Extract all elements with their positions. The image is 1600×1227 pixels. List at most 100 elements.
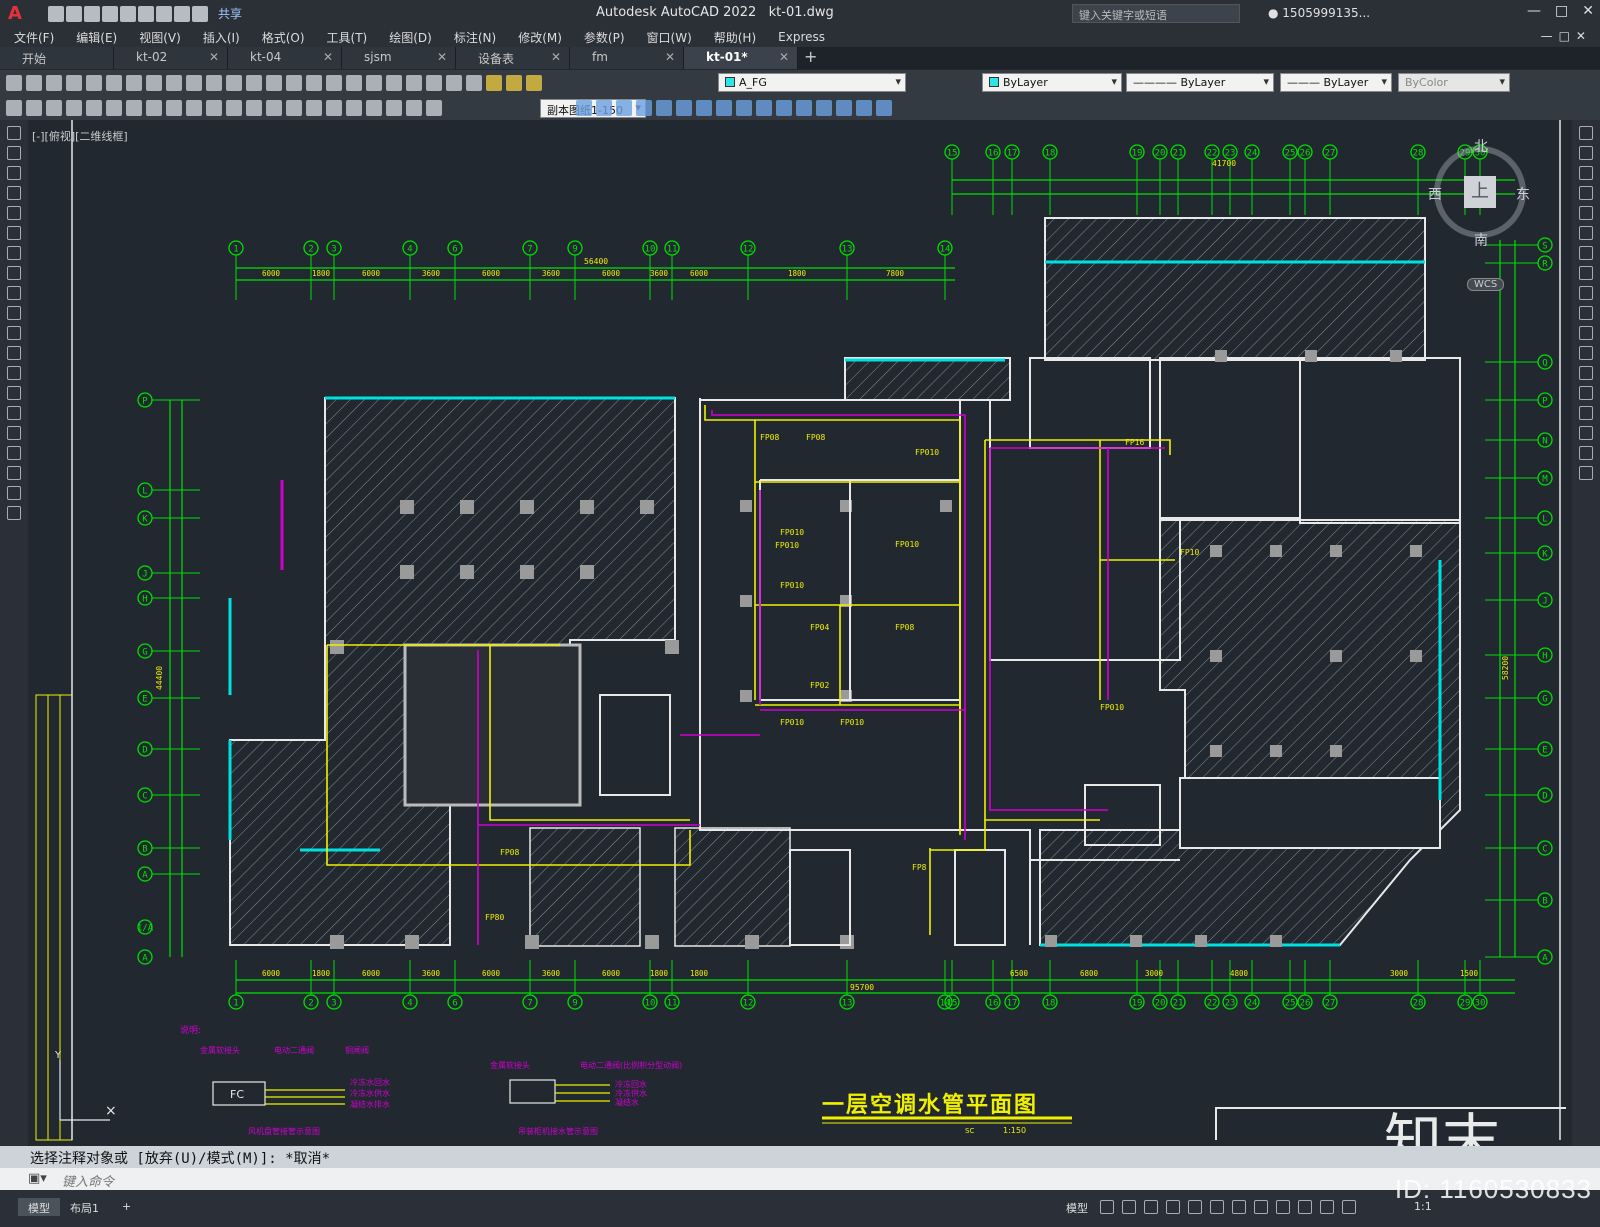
clip-icon[interactable] [696, 100, 712, 116]
color-dropdown[interactable]: ByLayer [982, 73, 1122, 92]
redo-icon[interactable] [226, 75, 242, 91]
chamfer-icon[interactable] [1579, 406, 1593, 420]
offset-icon[interactable] [1579, 186, 1593, 200]
ordinate-dim-icon[interactable] [106, 100, 122, 116]
save-web-icon[interactable] [138, 5, 154, 22]
workspace-icon[interactable] [6, 100, 22, 116]
viewport-controls[interactable]: [-][俯视][二维线框] [32, 128, 128, 144]
construction-line-icon[interactable] [7, 146, 21, 160]
quick-dim-icon[interactable] [206, 100, 222, 116]
maximize-icon[interactable]: □ [1555, 3, 1568, 19]
block-create-icon[interactable] [596, 100, 612, 116]
break-point-icon[interactable] [1579, 346, 1593, 360]
autocad-logo-icon[interactable]: A [4, 3, 26, 25]
angular-dim-icon[interactable] [186, 100, 202, 116]
selection-cycling-icon[interactable] [1298, 1200, 1312, 1214]
arc-length-dim-icon[interactable] [86, 100, 102, 116]
transparency-icon[interactable] [1276, 1200, 1290, 1214]
refedit-icon[interactable] [716, 100, 732, 116]
undo-icon[interactable] [174, 5, 190, 22]
add-selected-icon[interactable] [7, 506, 21, 520]
draworder-icon[interactable] [776, 100, 792, 116]
close-tab-icon[interactable]: ✕ [665, 50, 675, 64]
layer-lock-icon[interactable] [526, 75, 542, 91]
ellipse-icon[interactable] [7, 306, 21, 320]
grid-icon[interactable] [1100, 1200, 1114, 1214]
dim-space-icon[interactable] [266, 100, 282, 116]
text-front-icon[interactable] [836, 100, 852, 116]
tab-start[interactable]: 开始 [0, 47, 114, 69]
copy-icon[interactable] [146, 75, 162, 91]
osnap-icon[interactable] [1232, 1200, 1246, 1214]
block-editor-icon[interactable] [616, 100, 632, 116]
ortho-icon[interactable] [1144, 1200, 1158, 1214]
preview-icon[interactable] [86, 75, 102, 91]
dim-break-icon[interactable] [286, 100, 302, 116]
insert-block-icon[interactable] [7, 346, 21, 360]
lineweight-icon[interactable] [1254, 1200, 1268, 1214]
minimize-icon[interactable]: — [1527, 3, 1541, 19]
break-icon[interactable] [1579, 366, 1593, 380]
close-tab-icon[interactable]: ✕ [551, 50, 561, 64]
block-attribute-icon[interactable] [656, 100, 672, 116]
menu-dimension[interactable]: 标注(N) [454, 29, 496, 46]
continue-dim-icon[interactable] [246, 100, 262, 116]
share-button[interactable]: 共享 [218, 5, 242, 22]
pan-icon[interactable] [246, 75, 262, 91]
design-center-icon[interactable] [346, 75, 362, 91]
jogged-linear-icon[interactable] [366, 100, 382, 116]
aligned-dim-icon[interactable] [66, 100, 82, 116]
trim-icon[interactable] [1579, 306, 1593, 320]
block-insert-icon[interactable] [576, 100, 592, 116]
rotate-icon[interactable] [1579, 246, 1593, 260]
move-icon[interactable] [1579, 226, 1593, 240]
menu-draw[interactable]: 绘图(D) [389, 29, 432, 46]
dim-edit-icon[interactable] [386, 100, 402, 116]
linear-dim-icon[interactable] [46, 100, 62, 116]
match-properties-icon[interactable] [186, 75, 202, 91]
send-back-icon[interactable] [816, 100, 832, 116]
line-icon[interactable] [7, 126, 21, 140]
annotation-visibility-icon[interactable] [1320, 1200, 1334, 1214]
multiline-text-icon[interactable] [7, 486, 21, 500]
point-icon[interactable] [7, 386, 21, 400]
help-icon[interactable] [446, 75, 462, 91]
close-icon[interactable]: ✕ [1582, 3, 1594, 19]
menu-file[interactable]: 文件(F) [14, 29, 54, 46]
tab-kt-02[interactable]: kt-02 ✕ [114, 47, 228, 69]
bring-front-icon[interactable] [796, 100, 812, 116]
model-space-indicator[interactable]: 模型 [1056, 1198, 1098, 1216]
save-icon[interactable] [84, 5, 100, 22]
stretch-icon[interactable] [1579, 286, 1593, 300]
jogged-dim-icon[interactable] [146, 100, 162, 116]
plotstyle-dropdown[interactable]: ByColor [1398, 73, 1510, 92]
open-icon[interactable] [26, 75, 42, 91]
make-block-icon[interactable] [7, 366, 21, 380]
user-account[interactable]: ● 1505999135... [1268, 6, 1370, 20]
arc-icon[interactable] [7, 226, 21, 240]
extend-icon[interactable] [1579, 326, 1593, 340]
inspect-icon[interactable] [346, 100, 362, 116]
isolate-icon[interactable] [876, 100, 892, 116]
command-input[interactable]: ▣▾ 键入命令 [0, 1168, 1600, 1190]
circle-icon[interactable] [7, 246, 21, 260]
close-tab-icon[interactable]: ✕ [779, 50, 789, 64]
polygon-icon[interactable] [7, 186, 21, 200]
tab-fm[interactable]: fm ✕ [570, 47, 684, 69]
zoom-window-icon[interactable] [286, 75, 302, 91]
tab-equipment[interactable]: 设备表 ✕ [456, 47, 570, 69]
markup-icon[interactable] [406, 75, 422, 91]
layer-previous-icon[interactable] [26, 100, 42, 116]
tool-palettes-icon[interactable] [366, 75, 382, 91]
fillet-icon[interactable] [1579, 426, 1593, 440]
baseline-dim-icon[interactable] [226, 100, 242, 116]
layer-on-icon[interactable] [486, 75, 502, 91]
erase-icon[interactable] [1579, 126, 1593, 140]
array-icon[interactable] [1579, 206, 1593, 220]
xref-icon[interactable] [676, 100, 692, 116]
menu-window[interactable]: 窗口(W) [647, 29, 692, 46]
ellipse-arc-icon[interactable] [7, 326, 21, 340]
region-icon[interactable] [7, 446, 21, 460]
calculator-icon[interactable] [426, 75, 442, 91]
tolerance-icon[interactable] [306, 100, 322, 116]
